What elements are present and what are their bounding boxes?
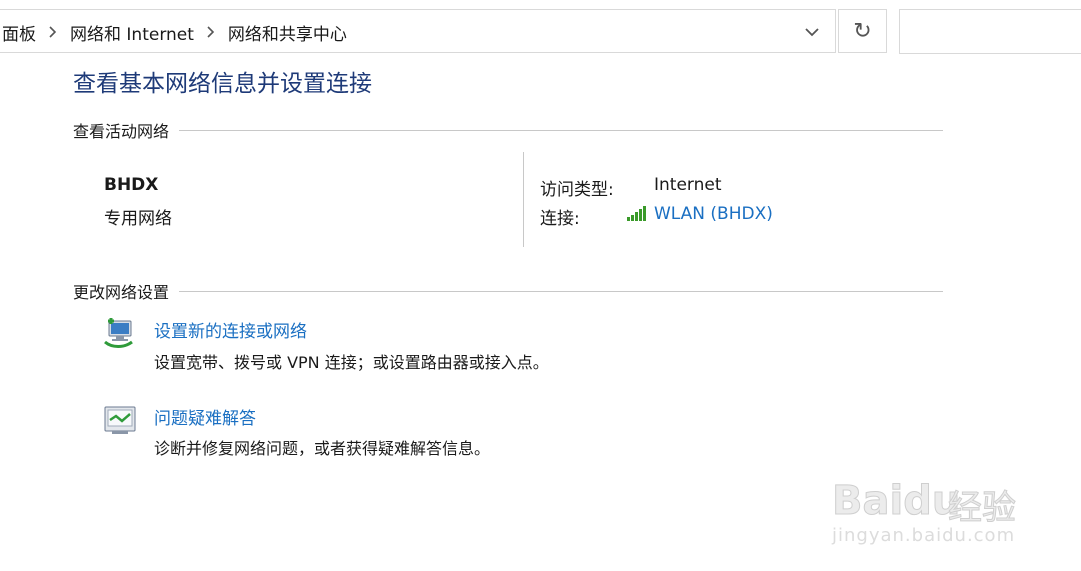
active-networks-heading: 查看活动网络 (73, 118, 943, 142)
breadcrumb: 面板 网络和 Internet 网络和共享中心 (0, 10, 351, 54)
section-label: 更改网络设置 (73, 283, 170, 302)
vertical-divider (523, 152, 524, 247)
wifi-signal-icon (627, 206, 646, 221)
jingyan-watermark: 经验 (948, 488, 1017, 529)
section-divider (179, 129, 943, 131)
chevron-down-icon[interactable] (798, 20, 826, 44)
network-category: 专用网络 (104, 209, 172, 229)
chevron-right-icon[interactable] (204, 26, 218, 38)
breadcrumb-network-sharing-center[interactable]: 网络和共享中心 (224, 20, 351, 45)
access-type-value: Internet (654, 175, 722, 195)
access-type-label: 访问类型: (540, 180, 614, 200)
section-divider (179, 290, 943, 292)
connection-link[interactable]: WLAN (BHDX) (626, 204, 773, 224)
watermark-url: jingyan.baidu.com (832, 525, 1016, 546)
network-name: BHDX (104, 175, 159, 195)
setup-connection-link[interactable]: 设置新的连接或网络 (154, 317, 307, 342)
refresh-button[interactable]: ↻ (838, 9, 887, 53)
chevron-right-icon[interactable] (46, 26, 60, 38)
troubleshoot-icon (104, 406, 136, 434)
wlan-link[interactable]: WLAN (BHDX) (654, 204, 773, 224)
baidu-watermark: Baidu (831, 478, 961, 525)
troubleshoot-description: 诊断并修复网络问题，或者获得疑难解答信息。 (154, 439, 491, 458)
section-label: 查看活动网络 (73, 122, 170, 141)
search-input[interactable] (899, 9, 1081, 54)
troubleshoot-link[interactable]: 问题疑难解答 (154, 404, 256, 429)
network-setup-icon (104, 318, 133, 348)
page-title: 查看基本网络信息并设置连接 (73, 71, 372, 97)
breadcrumb-network-internet[interactable]: 网络和 Internet (66, 20, 198, 45)
address-bar[interactable]: 面板 网络和 Internet 网络和共享中心 (0, 9, 836, 53)
change-settings-heading: 更改网络设置 (73, 279, 943, 303)
connection-label: 连接: (540, 209, 580, 229)
refresh-icon: ↻ (853, 18, 872, 44)
setup-connection-description: 设置宽带、拨号或 VPN 连接；或设置路由器或接入点。 (154, 353, 549, 372)
breadcrumb-control-panel[interactable]: 面板 (0, 20, 40, 45)
